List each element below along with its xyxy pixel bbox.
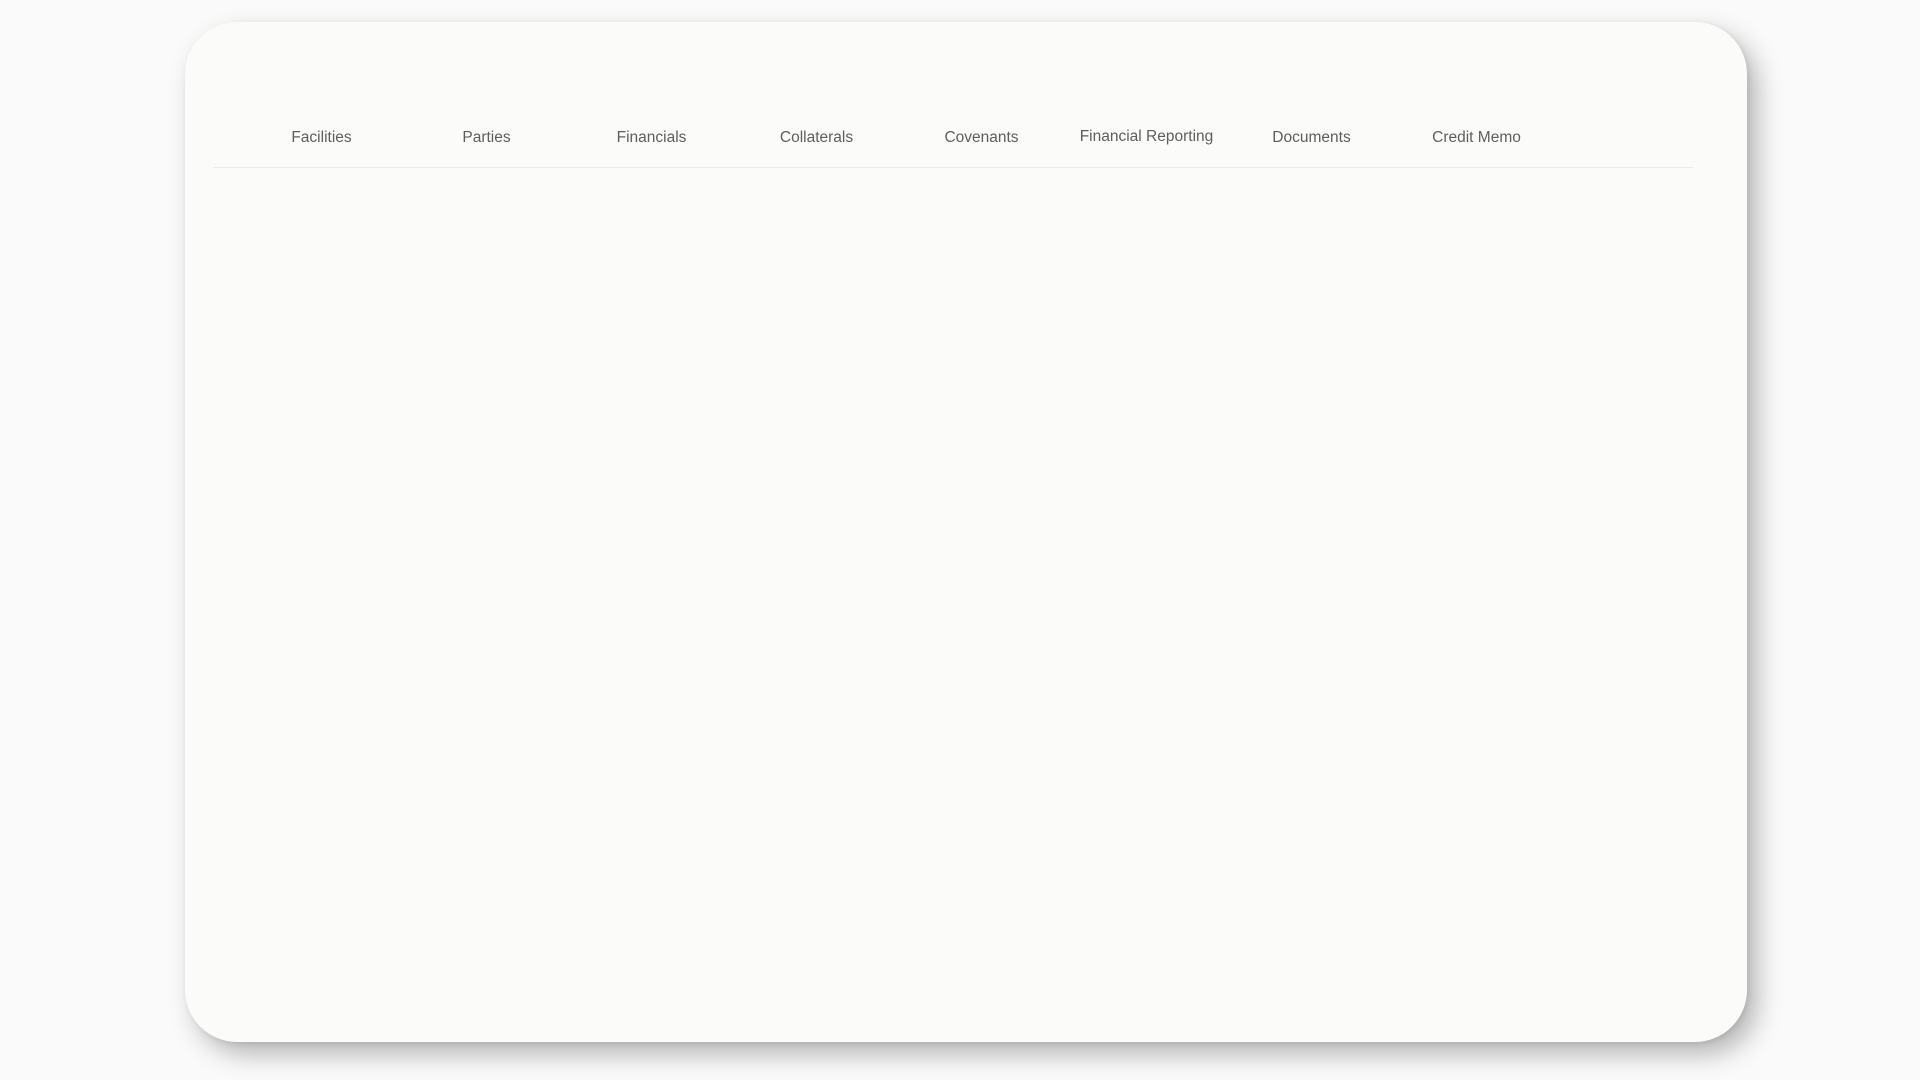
tab-parties[interactable]: Parties: [404, 129, 569, 147]
tab-facilities[interactable]: Facilities: [239, 129, 404, 147]
tab-content-area: [213, 168, 1693, 988]
tab-covenants[interactable]: Covenants: [899, 129, 1064, 147]
tab-documents[interactable]: Documents: [1229, 129, 1394, 147]
tab-credit-memo[interactable]: Credit Memo: [1394, 129, 1559, 147]
tab-financials[interactable]: Financials: [569, 129, 734, 147]
app-background: Facilities Parties Financials Collateral…: [0, 0, 1920, 1080]
main-panel: Facilities Parties Financials Collateral…: [185, 22, 1747, 1042]
tab-collaterals[interactable]: Collaterals: [734, 129, 899, 147]
tab-bar: Facilities Parties Financials Collateral…: [213, 107, 1693, 168]
tab-financial-reporting[interactable]: Financial Reporting: [1064, 128, 1229, 146]
